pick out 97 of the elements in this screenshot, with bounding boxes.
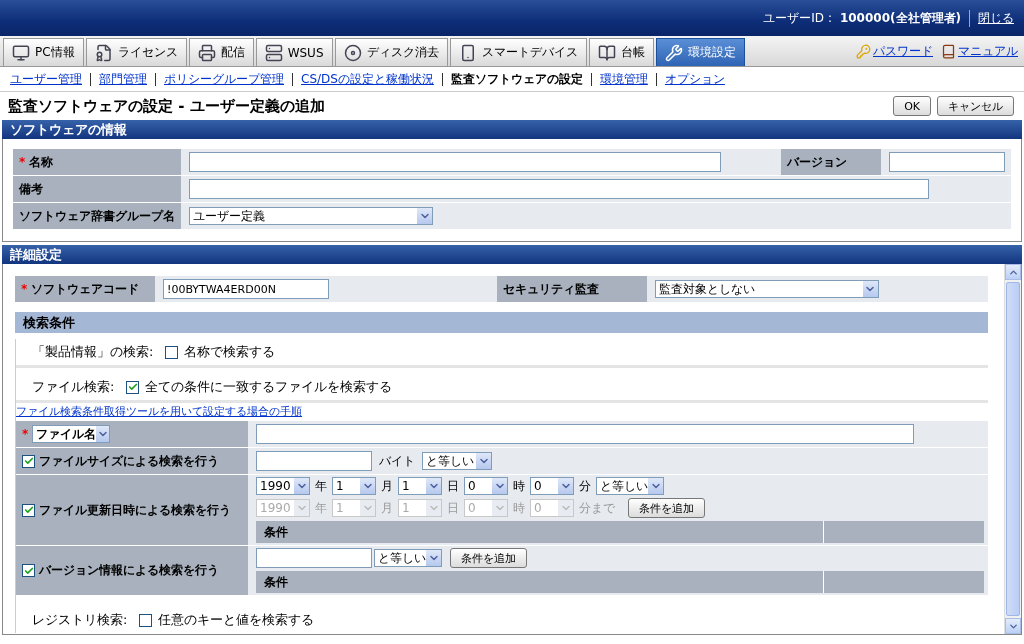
add-condition-button[interactable]: 条件を追加 <box>450 548 527 568</box>
ok-button[interactable]: OK <box>893 96 931 116</box>
server-icon <box>264 43 283 62</box>
scroll-down-icon[interactable] <box>1005 618 1021 634</box>
help-link[interactable]: ファイル検索条件取得ツールを用いて設定する場合の手順 <box>16 403 988 421</box>
add-condition-button[interactable]: 条件を追加 <box>628 498 705 518</box>
subnav-link[interactable]: 部門管理 <box>90 72 155 86</box>
date-unit: 日 <box>446 499 460 517</box>
subnav-link[interactable]: オプション <box>655 72 733 86</box>
dropdown[interactable]: 0 <box>530 477 574 495</box>
key-icon <box>856 43 871 59</box>
nav-tab[interactable]: WSUS <box>255 38 333 66</box>
field-label: ソフトウェア辞書グループ名 <box>13 203 181 229</box>
nav-tab[interactable]: 環境設定 <box>655 38 745 66</box>
dropdown[interactable]: 0 <box>464 477 508 495</box>
date-unit: 分 <box>578 477 592 495</box>
certificate-icon <box>94 43 113 62</box>
search-label: ファイル検索: <box>32 378 115 396</box>
subnav-link[interactable]: ユーザー管理 <box>10 72 90 86</box>
subnav-link[interactable]: CS/DSの設定と稼働状況 <box>292 72 442 86</box>
subnav-link[interactable]: 環境管理 <box>590 72 656 86</box>
required-mark: * <box>21 282 28 296</box>
checkbox[interactable] <box>22 454 35 468</box>
dropdown[interactable]: 1 <box>398 477 442 495</box>
monitor-icon <box>12 43 30 62</box>
dropdown[interactable]: ファイル名 <box>32 425 111 443</box>
search-conditions-header: 検索条件 <box>15 312 988 333</box>
condition-list-header: 条件 <box>256 521 984 543</box>
field-label: * ソフトウェアコード <box>15 276 155 302</box>
unit-label: バイト <box>378 452 416 470</box>
remarks-field[interactable] <box>189 179 929 199</box>
scrollbar[interactable] <box>1004 264 1021 634</box>
subnav-link[interactable]: ポリシーグループ管理 <box>155 72 292 86</box>
checkbox[interactable] <box>165 345 179 359</box>
checkbox[interactable] <box>22 564 35 577</box>
subnav-link[interactable]: 監査ソフトウェアの設定 <box>441 72 591 86</box>
date-unit: 時 <box>512 477 526 495</box>
checkbox[interactable] <box>22 503 35 517</box>
checkbox-label: 名称で検索する <box>184 343 276 361</box>
section-header: ソフトウェアの情報 <box>2 120 1022 139</box>
user-id-label: ユーザーID : <box>763 9 832 27</box>
date-unit: 分まで <box>578 499 616 517</box>
checkbox[interactable] <box>139 613 153 627</box>
nav-tab[interactable]: 配信 <box>188 38 254 66</box>
search-label: レジストリ検索: <box>32 611 128 629</box>
header-link[interactable]: パスワード <box>873 42 933 60</box>
date-unit: 月 <box>380 477 394 495</box>
field-label: バージョン <box>781 149 881 175</box>
condition-label: バージョン情報による検索を行う <box>39 562 219 579</box>
header-link[interactable]: マニュアル <box>958 42 1018 60</box>
nav-tab[interactable]: PC情報 <box>3 38 84 66</box>
required-mark: * <box>19 155 26 169</box>
search-label: 「製品情報」の検索: <box>32 343 154 361</box>
software-code-field[interactable]: !00BYTWA4ERD00N <box>163 279 329 299</box>
condition-list-header: 条件 <box>256 571 984 593</box>
date-unit: 月 <box>380 499 394 517</box>
dropdown[interactable]: と等しい <box>596 477 664 495</box>
book-icon <box>941 43 956 59</box>
dropdown[interactable]: 監査対象としない <box>654 280 879 298</box>
checkbox-label: 任意のキーと値を検索する <box>158 611 315 629</box>
field-label: * 名称 <box>13 149 181 175</box>
condition-label: ファイル更新日時による検索を行う <box>39 501 231 519</box>
date-unit: 年 <box>314 499 328 517</box>
field-label: セキュリティ監査 <box>496 276 647 302</box>
checkbox-label: 全ての条件に一致するファイルを検索する <box>145 378 393 396</box>
date-unit: 日 <box>446 477 460 495</box>
condition-label: ファイルサイズによる検索を行う <box>39 452 219 470</box>
close-link[interactable]: 閉じる <box>978 9 1014 27</box>
user-id: 100000(全社管理者) <box>839 9 970 27</box>
nav-tab[interactable]: スマートデバイス <box>449 38 587 66</box>
file-size-field[interactable] <box>256 451 372 471</box>
section-header: 詳細設定 <box>2 245 1022 264</box>
date-unit: 時 <box>512 499 526 517</box>
required-mark: * <box>22 427 29 441</box>
dropdown[interactable]: ユーザー定義 <box>189 207 433 225</box>
scroll-thumb[interactable] <box>1006 282 1020 616</box>
book-icon <box>597 43 616 62</box>
dropdown[interactable]: と等しい <box>374 549 442 567</box>
nav-tab[interactable]: ライセンス <box>85 38 187 66</box>
page-title: 監査ソフトウェアの設定 - ユーザー定義の追加 <box>8 96 326 116</box>
checkbox[interactable] <box>126 380 140 394</box>
wrench-icon <box>664 43 683 62</box>
nav-tab[interactable]: 台帳 <box>588 38 654 66</box>
dropdown[interactable]: 1 <box>332 477 376 495</box>
dropdown[interactable]: と等しい <box>422 452 492 470</box>
file-name-field[interactable] <box>256 424 914 444</box>
name-field[interactable] <box>189 152 721 172</box>
version-field[interactable] <box>889 152 1005 172</box>
field-label: 備考 <box>13 176 181 202</box>
nav-tab[interactable]: ディスク消去 <box>334 38 448 66</box>
cancel-button[interactable]: キャンセル <box>937 96 1014 116</box>
printer-icon <box>197 43 216 62</box>
date-unit: 年 <box>314 477 328 495</box>
version-condition-field[interactable] <box>256 548 372 568</box>
scroll-up-icon[interactable] <box>1005 264 1021 280</box>
dropdown[interactable]: 1990 <box>256 477 310 495</box>
disc-icon <box>343 43 362 62</box>
